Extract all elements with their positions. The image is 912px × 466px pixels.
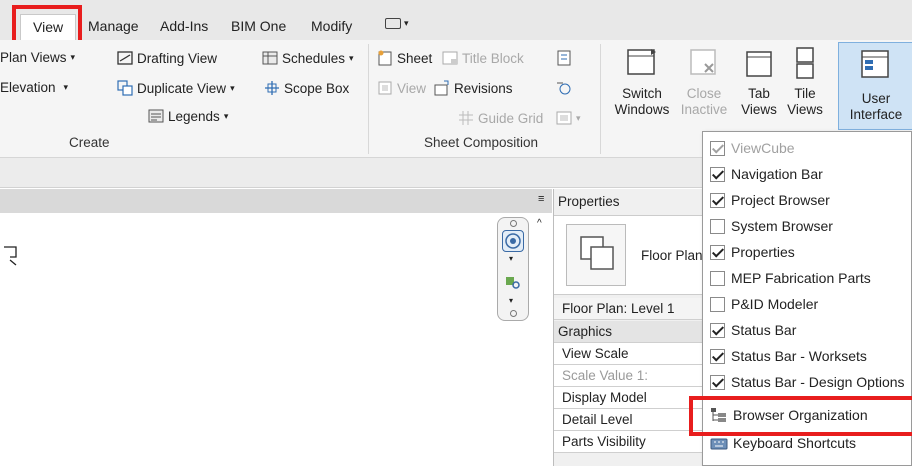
user-interface-icon bbox=[860, 49, 892, 81]
switch-windows-icon bbox=[625, 46, 659, 80]
tab-manage[interactable]: Manage bbox=[88, 18, 139, 34]
menu-separator bbox=[707, 398, 909, 399]
tile-views-button[interactable]: Tile Views bbox=[784, 46, 826, 118]
checkbox-checked-icon bbox=[710, 192, 725, 208]
ribbon-tab-bar: View Manage Add-Ins BIM One Modify ▾ bbox=[0, 0, 912, 40]
legends-button[interactable]: Legends ▾ bbox=[148, 108, 228, 124]
user-interface-label-2: Interface bbox=[849, 107, 903, 122]
view-title-bar: ≡ bbox=[0, 189, 552, 213]
viewports-icon bbox=[556, 110, 572, 126]
revisions-button[interactable]: Revisions bbox=[434, 80, 513, 96]
tab-views-icon bbox=[742, 46, 776, 80]
viewports-dropdown: ▾ bbox=[556, 110, 581, 126]
user-interface-label-1: User bbox=[861, 91, 891, 106]
close-inactive-button: Close Inactive bbox=[679, 46, 729, 118]
close-navbar-icon[interactable] bbox=[510, 220, 517, 227]
navigation-bar[interactable]: ▾ ▾ bbox=[497, 217, 529, 321]
chevron-down-icon[interactable]: ▾ bbox=[509, 254, 513, 263]
menu-item-system-browser[interactable]: System Browser bbox=[703, 213, 912, 239]
menu-item-status-bar-design-options[interactable]: Status Bar - Design Options bbox=[703, 369, 912, 395]
schedules-icon bbox=[262, 50, 278, 66]
chevron-down-icon: ▾ bbox=[576, 112, 581, 123]
menu-item-navigation-bar[interactable]: Navigation Bar bbox=[703, 161, 912, 187]
menu-item-status-bar[interactable]: Status Bar bbox=[703, 317, 912, 343]
menu-item-viewcube[interactable]: ViewCube bbox=[703, 135, 912, 161]
vertical-scrollbar[interactable]: ^ bbox=[534, 214, 550, 466]
duplicate-view-icon bbox=[117, 80, 133, 96]
menu-item-pid-modeler[interactable]: P&ID Modeler bbox=[703, 291, 912, 317]
menu-item-project-browser[interactable]: Project Browser bbox=[703, 187, 912, 213]
checkbox-checked-icon bbox=[710, 322, 725, 338]
chevron-down-icon: ▾ bbox=[404, 18, 409, 28]
sheet-button[interactable]: Sheet bbox=[377, 50, 432, 66]
keyboard-shortcuts-icon bbox=[710, 435, 728, 451]
menu-item-keyboard-shortcuts[interactable]: Keyboard Shortcuts bbox=[703, 430, 912, 456]
place-view-icon bbox=[377, 80, 393, 96]
menu-item-browser-organization[interactable]: Browser Organization bbox=[703, 402, 912, 428]
schedules-button[interactable]: Schedules ▾ bbox=[262, 50, 354, 66]
scope-box-button[interactable]: Scope Box bbox=[264, 80, 349, 96]
tab-views-button[interactable]: Tab Views bbox=[738, 46, 780, 118]
guide-grid-icon bbox=[458, 110, 474, 126]
checkbox-checked-icon bbox=[710, 140, 725, 156]
steering-wheel-icon[interactable] bbox=[502, 230, 524, 252]
checkbox-unchecked-icon bbox=[710, 270, 725, 286]
chevron-down-icon: ▾ bbox=[230, 82, 235, 93]
partial-door-symbol bbox=[4, 246, 17, 266]
drawing-canvas[interactable] bbox=[0, 213, 552, 466]
title-block-icon bbox=[442, 50, 458, 66]
tab-view[interactable]: View bbox=[20, 14, 77, 40]
switch-windows-button[interactable]: Switch Windows bbox=[612, 46, 672, 118]
panel-collapse-icon[interactable]: ≡ bbox=[538, 193, 544, 205]
tab-add-ins[interactable]: Add-Ins bbox=[160, 18, 208, 34]
contextual-dropdown[interactable]: ▾ bbox=[385, 18, 409, 29]
menu-item-status-bar-worksets[interactable]: Status Bar - Worksets bbox=[703, 343, 912, 369]
monitor-icon bbox=[385, 18, 401, 29]
chevron-down-icon: ▾ bbox=[63, 82, 69, 92]
checkbox-checked-icon bbox=[710, 166, 725, 182]
duplicate-view-button[interactable]: Duplicate View ▾ bbox=[117, 80, 235, 96]
menu-item-properties[interactable]: Properties bbox=[703, 239, 912, 265]
view-reference-icon bbox=[556, 80, 572, 96]
floor-plan-type-icon bbox=[566, 224, 626, 286]
tile-views-icon bbox=[788, 46, 822, 80]
chevron-down-icon: ▾ bbox=[349, 52, 354, 63]
user-interface-menu: ViewCube Navigation Bar Project Browser … bbox=[702, 131, 912, 466]
menu-item-mep-fabrication-parts[interactable]: MEP Fabrication Parts bbox=[703, 265, 912, 291]
close-inactive-icon bbox=[687, 46, 721, 80]
scroll-up-icon[interactable]: ^ bbox=[537, 218, 542, 229]
checkbox-checked-icon bbox=[710, 374, 725, 390]
checkbox-checked-icon bbox=[710, 348, 725, 364]
plan-views-button[interactable]: Plan Views ▾ bbox=[0, 50, 75, 65]
revisions-icon bbox=[434, 80, 450, 96]
guide-grid-button: Guide Grid bbox=[458, 110, 543, 126]
create-panel-title: Create bbox=[69, 135, 110, 150]
chevron-down-icon: ▾ bbox=[223, 110, 229, 121]
checkbox-unchecked-icon bbox=[710, 296, 725, 312]
tab-modify[interactable]: Modify bbox=[311, 18, 352, 34]
view-button: View bbox=[377, 80, 426, 96]
view-reference-button[interactable] bbox=[556, 80, 572, 96]
browser-organization-icon bbox=[710, 407, 728, 423]
scope-box-icon bbox=[264, 80, 280, 96]
matchline-button[interactable] bbox=[556, 50, 572, 66]
type-name: Floor Plan bbox=[641, 248, 703, 263]
drafting-view-icon bbox=[117, 50, 133, 66]
sheet-composition-panel-title: Sheet Composition bbox=[424, 135, 539, 150]
user-interface-button[interactable]: User Interface bbox=[838, 42, 912, 130]
checkbox-unchecked-icon bbox=[710, 218, 725, 234]
checkbox-checked-icon bbox=[710, 244, 725, 260]
title-block-button: Title Block bbox=[442, 50, 524, 66]
legends-icon bbox=[148, 108, 164, 124]
elevation-button[interactable]: Elevation ▾ bbox=[0, 80, 68, 95]
matchline-icon bbox=[556, 50, 572, 66]
navbar-options-icon[interactable] bbox=[510, 310, 517, 317]
zoom-region-icon[interactable] bbox=[505, 274, 521, 290]
properties-title: Properties bbox=[558, 194, 620, 209]
drafting-view-button[interactable]: Drafting View bbox=[117, 50, 217, 66]
chevron-down-icon: ▾ bbox=[70, 52, 76, 62]
tab-bim-one[interactable]: BIM One bbox=[231, 18, 286, 34]
sheet-icon bbox=[377, 50, 393, 66]
chevron-down-icon[interactable]: ▾ bbox=[509, 296, 513, 305]
